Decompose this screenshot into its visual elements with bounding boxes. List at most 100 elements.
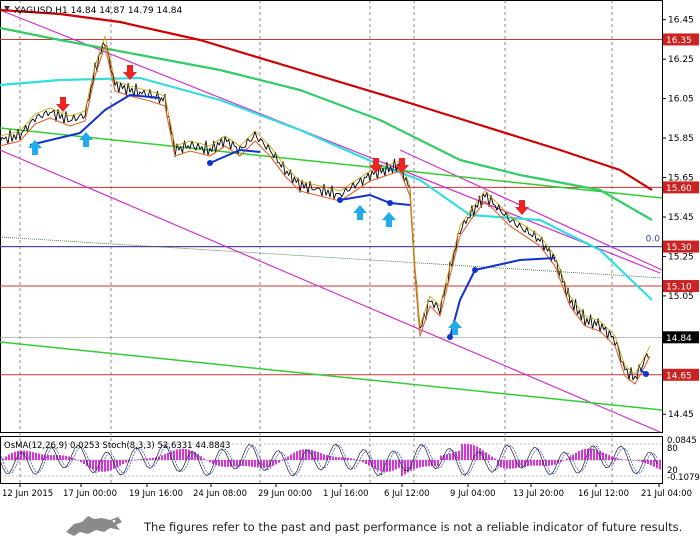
osma-bar [503,460,505,469]
osma-bar [467,443,469,460]
osma-bar [494,458,496,460]
osma-bar [176,449,178,460]
osma-bar [656,460,658,469]
time-tick-label: 19 Jun 16:00 [129,489,183,499]
osma-bar [209,460,211,463]
osma-bar [221,460,223,467]
osma-bar [281,460,283,461]
osma-bar [299,450,301,460]
osma-bar [623,459,625,461]
osma-bar [548,460,550,466]
osma-bar [653,460,655,467]
osma-bar [5,456,7,460]
chart-canvas[interactable]: 16.4516.2516.0515.8515.6515.4515.2515.05… [0,0,700,500]
osma-bar [110,460,112,471]
osma-bar [617,458,619,460]
current-price-label: 14.84 [666,334,692,344]
osma-bar [530,460,532,466]
osma-bar [659,460,661,470]
osma-bar [107,460,109,472]
osma-bar [89,460,91,468]
osma-bar [374,460,376,469]
osma-bar [638,460,640,462]
osma-bar [632,460,634,461]
osma-bar [437,460,439,466]
osma-bar [647,460,649,465]
blue-dot [643,371,649,377]
osma-bar [365,460,367,465]
osma-bar [563,460,565,461]
level-tag-label: 14.65 [666,371,692,381]
osma-bar [581,449,583,460]
bull-logo-icon [66,516,122,536]
osma-bar [149,458,151,460]
osma-bar [338,457,340,460]
osma-bar [266,460,268,468]
price-tick-label: 15.45 [668,213,694,223]
level-tag-label: 15.10 [666,283,692,293]
osma-bar [224,460,226,467]
osma-bar [416,460,418,469]
osma-bar [161,455,163,460]
blue-dot [387,200,393,206]
osma-bar [275,460,277,465]
time-tick-label: 24 Jun 08:00 [193,489,247,499]
time-tick-label: 1 Jul 16:00 [323,489,369,499]
osma-bar [47,454,49,460]
osma-bar [425,460,427,467]
blue-dot [207,160,213,166]
time-tick-label: 17 Jun 00:00 [63,489,117,499]
price-chart[interactable]: 16.45 16.25 16.05 15.85 15.65 15.45 15.25 15.05… [0,0,700,500]
osma-bar [377,460,379,471]
osma-bar [83,460,85,465]
osma-bar [449,453,451,460]
osma-bar [470,444,472,460]
osma-bar [152,457,154,460]
osma-bar [401,460,403,477]
osma-bar [80,460,82,463]
price-tick-label: 14.45 [668,410,694,420]
osma-bar [278,460,280,463]
osma-bar [419,460,421,468]
osma-bar [506,460,508,469]
blue-dot [337,197,343,203]
time-tick-label: 29 Jun 00:00 [258,489,312,499]
osma-bar [428,460,430,467]
osma-bar [122,460,124,465]
time-tick-label: 12 Jun 2015 [2,489,53,499]
osma-bar [488,454,490,460]
price-tick-label: 15.25 [668,252,694,262]
time-tick-label: 9 Jul 04:00 [450,489,496,499]
osma-bar [74,458,76,460]
price-tick-label: 15.05 [668,292,694,302]
osma-bar [236,460,238,467]
osma-bar [395,460,397,470]
osma-bar [14,451,16,460]
level-tag-label: 15.30 [666,243,692,253]
price-tick-label: 16.45 [668,16,694,26]
osma-bar [650,460,652,466]
osma-bar [167,452,169,460]
osma-bar [233,460,235,467]
fib-label: 0.0 [646,235,661,245]
osma-bar [458,450,460,460]
price-tick-label: 15.85 [668,134,694,144]
osma-bar [335,456,337,460]
osma-bar [332,456,334,460]
osma-bar [620,459,622,460]
osma-bar [206,460,208,461]
osma-bar [62,455,64,460]
osma-bar [635,460,637,461]
osma-bar [575,452,577,460]
osma-bar [392,460,394,471]
osma-bar [347,457,349,460]
osma-bar [608,455,610,460]
osma-bar [290,454,292,460]
osma-bar [362,460,364,463]
osma-bar [320,453,322,460]
osma-bar [323,454,325,460]
osma-bar [536,460,538,466]
osma-bar [512,460,514,469]
osma-bar [38,453,40,460]
blue-dot [472,267,478,273]
